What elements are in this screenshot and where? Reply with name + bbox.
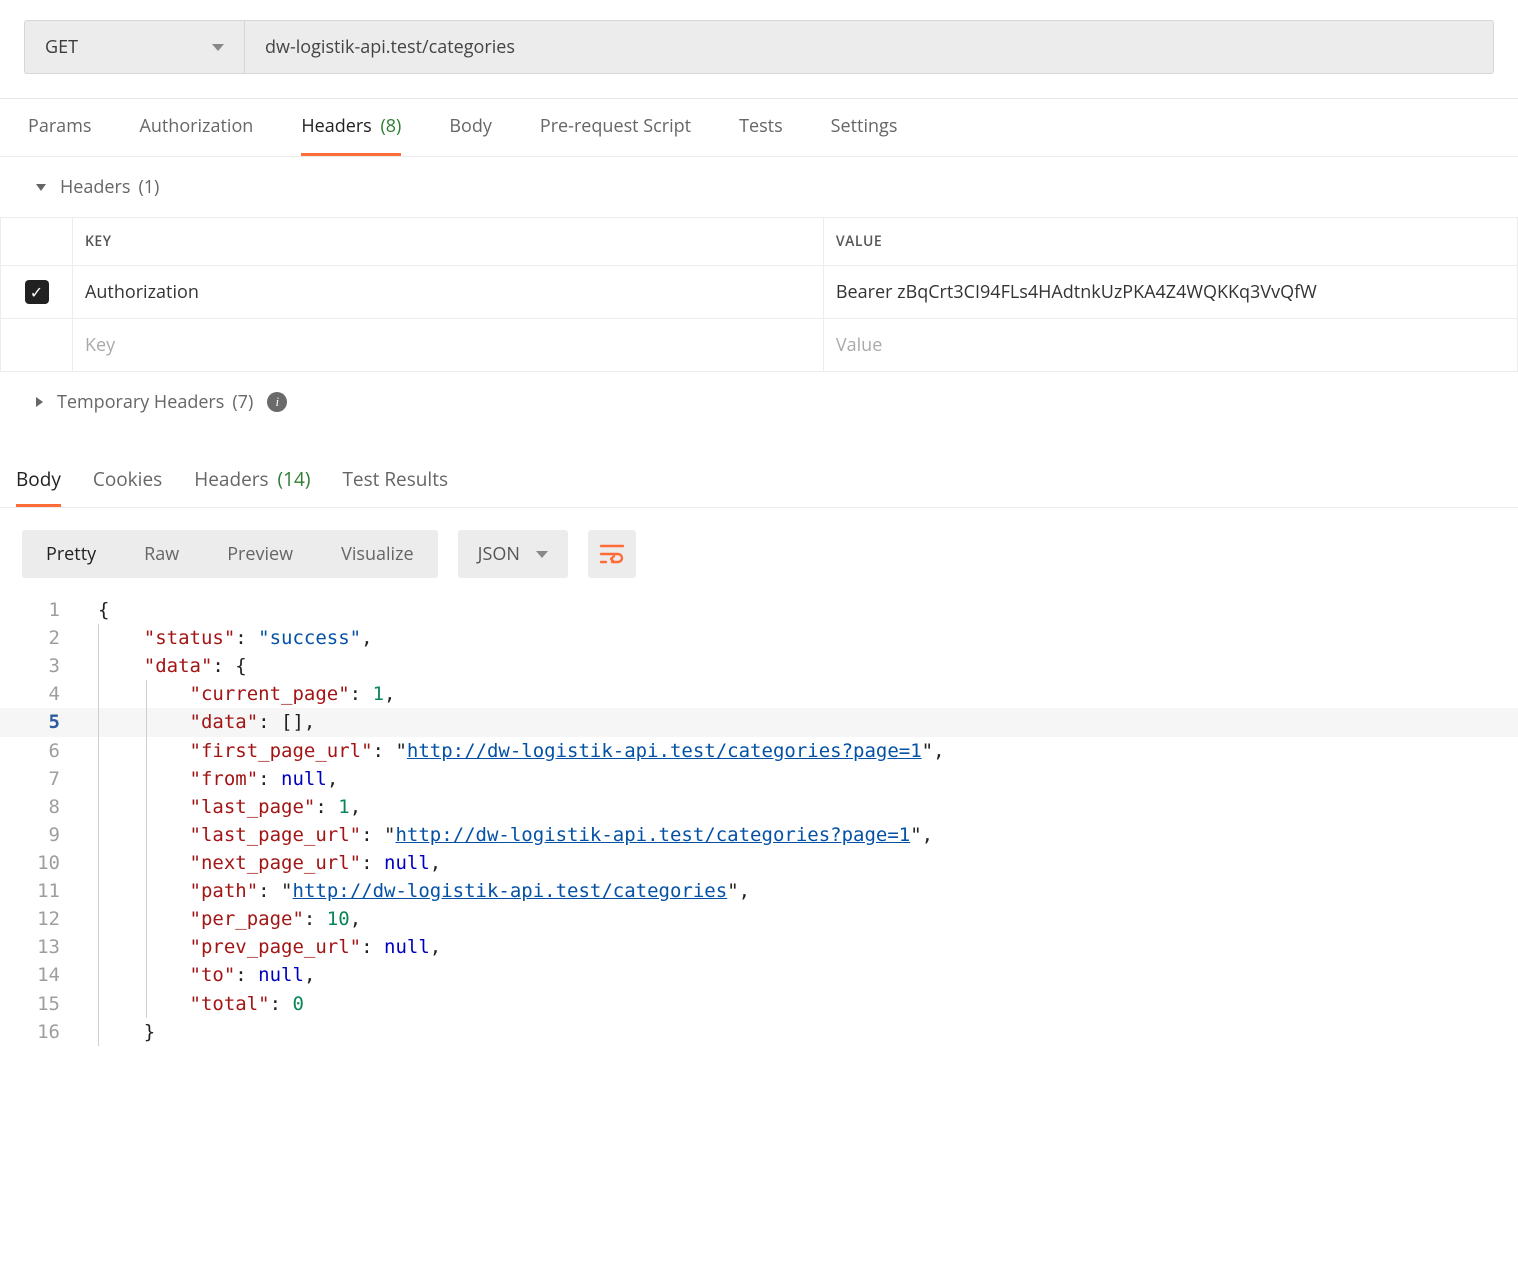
- line-number: 11: [0, 877, 88, 905]
- tab-authorization[interactable]: Authorization: [139, 99, 253, 156]
- code-line: 1{: [0, 596, 1518, 624]
- tab-params[interactable]: Params: [28, 99, 91, 156]
- chevron-down-icon: [212, 44, 224, 51]
- request-bar: GET dw-logistik-api.test/categories: [0, 0, 1518, 99]
- response-body-toolbar: Pretty Raw Preview Visualize JSON: [0, 508, 1518, 586]
- header-value-input[interactable]: Value: [823, 319, 1517, 372]
- header-key-cell[interactable]: Authorization: [73, 266, 824, 319]
- request-tabs: Params Authorization Headers (8) Body Pr…: [0, 99, 1518, 157]
- code-line: 3 "data": {: [0, 652, 1518, 680]
- info-icon[interactable]: i: [267, 392, 287, 412]
- line-number: 6: [0, 737, 88, 765]
- view-preview-button[interactable]: Preview: [203, 530, 317, 578]
- code-line: 2 "status": "success",: [0, 624, 1518, 652]
- format-label: JSON: [478, 542, 520, 566]
- headers-table: KEY VALUE ✓ Authorization Bearer zBqCrt3…: [0, 217, 1518, 372]
- tab-headers[interactable]: Headers (8): [301, 99, 401, 156]
- chevron-down-icon: [536, 551, 548, 558]
- view-mode-group: Pretty Raw Preview Visualize: [22, 530, 438, 578]
- line-number: 8: [0, 793, 88, 821]
- response-tabs: Body Cookies Headers (14) Test Results: [0, 454, 1518, 508]
- resp-tab-testresults[interactable]: Test Results: [342, 454, 448, 507]
- line-number: 2: [0, 624, 88, 652]
- temp-headers-toggle[interactable]: Temporary Headers (7) i: [0, 372, 1518, 432]
- code-line: 11 "path": "http://dw-logistik-api.test/…: [0, 877, 1518, 905]
- headers-section-label: Headers: [60, 175, 130, 199]
- header-col-key: KEY: [73, 218, 824, 266]
- tab-prerequest[interactable]: Pre-request Script: [540, 99, 691, 156]
- response-headers-count-badge: (14): [278, 466, 311, 492]
- temp-headers-count: (7): [232, 390, 253, 414]
- wrap-icon: [600, 544, 624, 564]
- line-number: 10: [0, 849, 88, 877]
- chevron-right-icon: [36, 397, 43, 407]
- code-line: 6 "first_page_url": "http://dw-logistik-…: [0, 737, 1518, 765]
- line-number: 7: [0, 765, 88, 793]
- headers-section-count: (1): [138, 175, 159, 199]
- row-checkbox[interactable]: ✓: [25, 280, 49, 304]
- line-number: 1: [0, 596, 88, 624]
- url-input[interactable]: dw-logistik-api.test/categories: [244, 20, 1494, 74]
- code-line: 13 "prev_page_url": null,: [0, 933, 1518, 961]
- chevron-down-icon: [36, 184, 46, 191]
- line-number: 15: [0, 990, 88, 1018]
- resp-tab-body[interactable]: Body: [16, 454, 61, 507]
- code-line: 10 "next_page_url": null,: [0, 849, 1518, 877]
- code-line: 9 "last_page_url": "http://dw-logistik-a…: [0, 821, 1518, 849]
- code-line: 16 }: [0, 1018, 1518, 1046]
- format-select[interactable]: JSON: [458, 530, 568, 578]
- view-pretty-button[interactable]: Pretty: [22, 530, 120, 578]
- line-number: 14: [0, 961, 88, 989]
- line-number: 5: [0, 708, 88, 736]
- tab-tests[interactable]: Tests: [739, 99, 783, 156]
- line-number: 16: [0, 1018, 88, 1046]
- code-line: 15 "total": 0: [0, 990, 1518, 1018]
- url-text: dw-logistik-api.test/categories: [265, 35, 515, 59]
- temp-headers-label: Temporary Headers: [57, 390, 224, 414]
- line-number: 9: [0, 821, 88, 849]
- line-number: 13: [0, 933, 88, 961]
- table-row: ✓ Authorization Bearer zBqCrt3CI94FLs4HA…: [1, 266, 1518, 319]
- code-line: 8 "last_page": 1,: [0, 793, 1518, 821]
- line-number: 3: [0, 652, 88, 680]
- headers-section-toggle[interactable]: Headers (1): [0, 157, 1518, 217]
- code-line: 7 "from": null,: [0, 765, 1518, 793]
- tab-body[interactable]: Body: [449, 99, 492, 156]
- view-visualize-button[interactable]: Visualize: [317, 530, 438, 578]
- response-body-code[interactable]: 1{2 "status": "success",3 "data": {4 "cu…: [0, 586, 1518, 1046]
- wrap-lines-button[interactable]: [588, 530, 636, 578]
- view-raw-button[interactable]: Raw: [120, 530, 203, 578]
- line-number: 4: [0, 680, 88, 708]
- code-line: 4 "current_page": 1,: [0, 680, 1518, 708]
- http-method-label: GET: [45, 35, 78, 59]
- code-line: 14 "to": null,: [0, 961, 1518, 989]
- header-col-value: VALUE: [823, 218, 1517, 266]
- resp-tab-headers[interactable]: Headers (14): [194, 454, 310, 507]
- code-line: 5 "data": [],: [0, 708, 1518, 736]
- code-line: 12 "per_page": 10,: [0, 905, 1518, 933]
- table-row-new: Key Value: [1, 319, 1518, 372]
- headers-count-badge: (8): [380, 114, 401, 138]
- tab-settings[interactable]: Settings: [831, 99, 898, 156]
- resp-tab-cookies[interactable]: Cookies: [93, 454, 162, 507]
- header-value-cell[interactable]: Bearer zBqCrt3CI94FLs4HAdtnkUzPKA4Z4WQKK…: [823, 266, 1517, 319]
- header-col-checkbox: [1, 218, 73, 266]
- line-number: 12: [0, 905, 88, 933]
- header-key-input[interactable]: Key: [73, 319, 824, 372]
- http-method-select[interactable]: GET: [24, 20, 244, 74]
